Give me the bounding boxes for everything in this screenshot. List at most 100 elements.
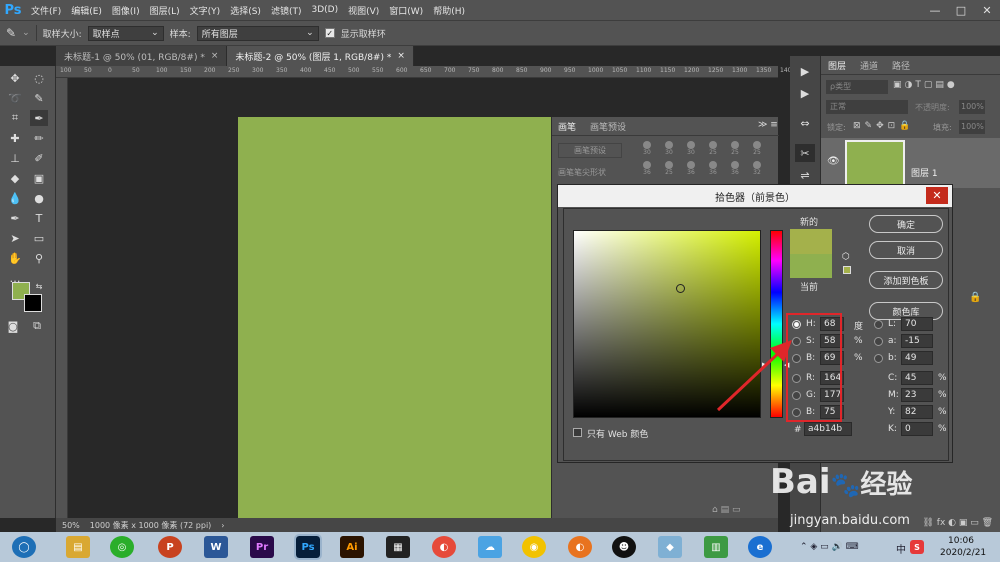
radio-lab-b[interactable] — [874, 354, 883, 363]
swap-colors-icon[interactable]: ⇆ — [30, 278, 48, 294]
pen-tool-icon[interactable]: ✒ — [6, 210, 24, 226]
document-canvas[interactable] — [238, 117, 551, 518]
fill-input[interactable]: 100% — [959, 120, 985, 134]
menu-select[interactable]: 选择(S) — [225, 4, 266, 17]
close-window-button[interactable]: ✕ — [974, 0, 1000, 20]
zoom-tool-icon[interactable]: ⚲ — [30, 250, 48, 266]
dodge-tool-icon[interactable]: ● — [30, 190, 48, 206]
c-input[interactable]: 45 — [901, 371, 933, 385]
start-button-icon[interactable]: ◯ — [12, 536, 36, 558]
opacity-input[interactable]: 100% — [959, 100, 985, 114]
brush-tip[interactable]: 32 — [748, 161, 766, 179]
menu-image[interactable]: 图像(I) — [107, 4, 145, 17]
marquee-tool-icon[interactable]: ◌ — [30, 70, 48, 86]
wechat-icon[interactable]: ◎ — [110, 536, 134, 558]
web-only-checkbox[interactable] — [573, 428, 582, 437]
menu-help[interactable]: 帮助(H) — [428, 4, 470, 17]
menu-layer[interactable]: 图层(L) — [145, 4, 185, 17]
gradient-tool-icon[interactable]: ▣ — [30, 170, 48, 186]
type-tool-icon[interactable]: T — [30, 210, 48, 226]
layer-filter-select[interactable]: ρ类型 — [826, 80, 888, 94]
tab-brush-presets[interactable]: 画笔预设 — [584, 117, 632, 135]
menu-file[interactable]: 文件(F) — [26, 4, 66, 17]
zoom-level[interactable]: 50% — [62, 521, 80, 530]
tab-document-1[interactable]: 未标题-1 @ 50% (01, RGB/8#) * × — [56, 46, 228, 66]
quick-select-tool-icon[interactable]: ✎ — [30, 90, 48, 106]
tab-brush[interactable]: 画笔 — [552, 117, 583, 135]
panel-icon[interactable]: ⇔ — [795, 114, 815, 132]
ie-icon[interactable]: e — [748, 536, 772, 558]
lock-icons[interactable]: ⊠✎✥⊡🔒 — [853, 121, 914, 131]
word-icon[interactable]: W — [204, 536, 228, 558]
panel-menu-icon[interactable]: ≫ ≡ — [758, 120, 778, 130]
visibility-eye-icon[interactable]: 👁 — [827, 156, 840, 167]
hex-input[interactable]: a4b14b — [804, 422, 852, 436]
brush-presets-button[interactable]: 画笔预设 — [558, 143, 622, 158]
add-to-swatches-button[interactable]: 添加到色板 — [869, 271, 943, 289]
brush-tip[interactable]: 36 — [638, 161, 656, 179]
layer-filter-icons[interactable]: ▣◑T▢▤● — [893, 80, 958, 90]
web-safe-swatch[interactable] — [843, 266, 851, 274]
color-field-marker[interactable] — [676, 284, 685, 293]
quick-mask-icon[interactable]: ◙ — [4, 318, 22, 334]
lasso-tool-icon[interactable]: ➰ — [6, 90, 24, 106]
ok-button[interactable]: 确定 — [869, 215, 943, 233]
m-input[interactable]: 23 — [901, 388, 933, 402]
path-select-tool-icon[interactable]: ➤ — [6, 230, 24, 246]
brush-tool-icon[interactable]: ✏ — [30, 130, 48, 146]
layer-row[interactable]: 👁 图层 1 — [821, 138, 1000, 188]
a-input[interactable]: -15 — [901, 334, 933, 348]
brush-tip[interactable]: 36 — [704, 161, 722, 179]
menu-3d[interactable]: 3D(D) — [306, 5, 343, 15]
sogou-icon[interactable]: S — [910, 540, 924, 554]
radio-a[interactable] — [874, 337, 883, 346]
menu-window[interactable]: 窗口(W) — [384, 4, 428, 17]
play-icon[interactable]: ▶ — [795, 84, 815, 102]
collapse-panels-icon[interactable]: ▶ — [795, 62, 815, 80]
crop-tool-icon[interactable]: ⌗ — [6, 110, 24, 126]
notes-icon[interactable]: ▥ — [704, 536, 728, 558]
background-color-swatch[interactable] — [24, 294, 42, 312]
eyedropper-tool-icon[interactable]: ✎ — [6, 26, 16, 40]
sample-size-select[interactable]: 取样点 ⌄ — [87, 25, 164, 41]
current-color-swatch[interactable] — [790, 254, 832, 278]
file-explorer-icon[interactable]: ▤ — [66, 536, 90, 558]
qq-icon[interactable]: ☻ — [612, 536, 636, 558]
photoshop-taskbar-icon[interactable]: Ps — [294, 534, 322, 560]
y-input[interactable]: 82 — [901, 405, 933, 419]
powerpoint-icon[interactable]: P — [158, 536, 182, 558]
brush-tip[interactable]: 25 — [726, 141, 744, 159]
menu-edit[interactable]: 编辑(E) — [66, 4, 107, 17]
brush-tip-shape-button[interactable]: 画笔笔尖形状 — [558, 165, 630, 179]
layer-name[interactable]: 图层 1 — [911, 166, 938, 179]
k-input[interactable]: 0 — [901, 422, 933, 436]
brush-panel-footer-icons[interactable]: ⌂ ▤ ▭ — [712, 505, 740, 515]
illustrator-icon[interactable]: Ai — [340, 536, 364, 558]
radio-l[interactable] — [874, 320, 883, 329]
browser-icon[interactable]: ◐ — [568, 536, 592, 558]
brush-tip[interactable]: 25 — [660, 161, 678, 179]
brush-tip[interactable]: 36 — [682, 161, 700, 179]
blur-tool-icon[interactable]: 💧 — [6, 190, 24, 206]
brush-panel-icon[interactable]: ✂ — [795, 144, 815, 162]
lab-b-input[interactable]: 49 — [901, 351, 933, 365]
adjustments-icon[interactable]: ⇌ — [795, 166, 815, 184]
menu-filter[interactable]: 滤镜(T) — [266, 4, 307, 17]
close-dialog-button[interactable]: ✕ — [926, 187, 948, 204]
brush-tip[interactable]: 25 — [704, 141, 722, 159]
brush-tip-grid[interactable]: 30 30 30 25 25 25 36 25 36 36 36 32 — [638, 141, 761, 181]
brush-tip[interactable]: 30 — [638, 141, 656, 159]
app-icon[interactable]: ◐ — [432, 536, 456, 558]
chevron-right-icon[interactable]: › — [221, 521, 224, 530]
brush-tip[interactable]: 30 — [682, 141, 700, 159]
brush-tip[interactable]: 30 — [660, 141, 678, 159]
close-tab-icon[interactable]: × — [397, 51, 405, 61]
blend-mode-select[interactable]: 正常 — [826, 100, 908, 114]
ime-indicator[interactable]: 中 — [896, 541, 906, 556]
show-ring-checkbox[interactable]: ✓ — [324, 28, 335, 38]
tray-icons[interactable]: ⌃ ◈ ▭ 🔊 ⌨ — [800, 542, 859, 552]
eyedropper-tool-icon[interactable]: ✒ — [30, 110, 48, 126]
tab-layers[interactable]: 图层 — [823, 56, 851, 74]
clock-time[interactable]: 10:06 — [948, 536, 974, 546]
move-tool-icon[interactable]: ✥ — [6, 70, 24, 86]
